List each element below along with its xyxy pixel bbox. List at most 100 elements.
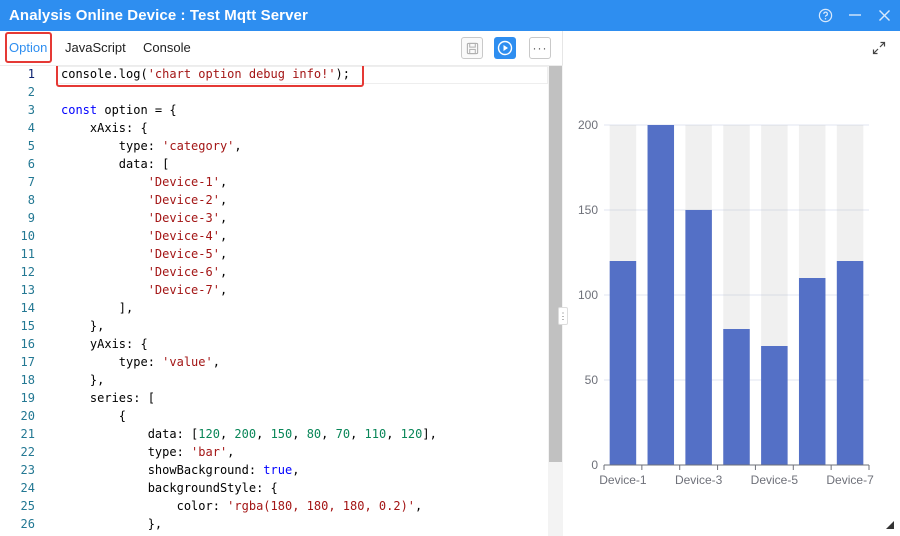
code-line: 'Device-7', <box>61 283 227 297</box>
code-token: 'Device-6' <box>147 265 220 279</box>
code-editor[interactable]: 1 2 3 4 5 6 7 8 9 10 11 12 13 14 15 16 17 18 19 20 21 22 23 24 2… <box>0 65 563 536</box>
close-icon <box>878 9 890 21</box>
line-number: 10 <box>20 229 35 243</box>
y-tick-label: 150 <box>578 203 598 217</box>
code-token: color: <box>61 499 228 513</box>
console-line-highlight <box>56 66 364 87</box>
code-token: 'Device-2' <box>147 193 220 207</box>
code-token: 'value' <box>162 355 213 369</box>
code-token: , <box>219 283 228 297</box>
code-area[interactable]: console.log('chart option debug info!');… <box>55 66 548 536</box>
code-line: 'Device-4', <box>61 229 227 243</box>
line-number: 6 <box>27 157 35 171</box>
code-token: }, <box>61 373 105 387</box>
line-number: 18 <box>20 373 35 387</box>
line-number: 19 <box>20 391 35 405</box>
code-token: , <box>292 463 300 477</box>
code-token: xAxis: { <box>61 121 148 135</box>
code-token: , <box>292 427 307 441</box>
code-token: 70 <box>335 427 351 441</box>
line-number: 15 <box>20 319 35 333</box>
close-button[interactable] <box>873 5 895 25</box>
code-token: yAxis: { <box>61 337 148 351</box>
title-bar: Analysis Online Device : Test Mqtt Serve… <box>0 0 900 31</box>
code-line: data: [120, 200, 150, 80, 70, 110, 120], <box>61 427 437 441</box>
code-token: 120 <box>198 427 220 441</box>
code-token: 'Device-5' <box>147 247 220 261</box>
code-line: 'Device-6', <box>61 265 227 279</box>
line-number: 13 <box>20 283 35 297</box>
code-token: , <box>212 355 220 369</box>
line-number: 22 <box>20 445 35 459</box>
code-token: , <box>219 175 228 189</box>
code-line: 'Device-2', <box>61 193 227 207</box>
code-token: backgroundStyle: { <box>61 481 278 495</box>
y-tick-label: 100 <box>578 288 598 302</box>
line-number: 21 <box>20 427 35 441</box>
tab-javascript[interactable]: JavaScript <box>65 40 126 55</box>
code-token: 80 <box>306 427 322 441</box>
line-number: 20 <box>20 409 35 423</box>
line-number: 16 <box>20 337 35 351</box>
help-button[interactable] <box>814 5 836 25</box>
code-token: 150 <box>270 427 293 441</box>
minimize-button[interactable] <box>844 5 866 25</box>
line-number: 26 <box>20 517 35 531</box>
code-token: ], <box>422 427 437 441</box>
line-number: 11 <box>20 247 35 261</box>
code-token: 'Device-4' <box>147 229 220 243</box>
code-token: , <box>219 193 228 207</box>
line-number: 7 <box>27 175 35 189</box>
save-button[interactable] <box>461 37 483 59</box>
line-number: 14 <box>20 301 35 315</box>
code-token: 'rgba(180, 180, 180, 0.2)' <box>227 499 416 513</box>
minimize-icon <box>849 14 861 16</box>
code-line: type: 'category', <box>61 139 242 153</box>
window-title: Analysis Online Device : Test Mqtt Serve… <box>9 7 308 24</box>
editor-scroll-thumb[interactable] <box>549 66 562 462</box>
line-number: 25 <box>20 499 35 513</box>
code-token: { <box>61 409 127 423</box>
code-token: 'Device-1' <box>147 175 220 189</box>
bar <box>685 210 712 465</box>
more-button[interactable]: ··· <box>529 37 551 59</box>
code-line: 'Device-1', <box>61 175 227 189</box>
code-token: , <box>219 265 228 279</box>
editor-scrollbar[interactable] <box>548 66 563 536</box>
code-token: type: <box>61 445 192 459</box>
code-line: type: 'bar', <box>61 445 235 459</box>
bar <box>723 329 750 465</box>
line-number-gutter: 1 2 3 4 5 6 7 8 9 10 11 12 13 14 15 16 17 18 19 20 21 22 23 24 2… <box>0 66 50 536</box>
code-token: 'bar' <box>191 445 228 459</box>
app-window: Analysis Online Device : Test Mqtt Serve… <box>0 0 900 536</box>
line-number: 1 <box>27 67 35 81</box>
bar-chart: 0 50 100 150 200 Device-1 Device-3 Device-5 Devi… <box>578 118 874 487</box>
code-line: ], <box>61 301 133 315</box>
editor-pane: Option JavaScript Console ··· 12345678 9… <box>0 31 568 536</box>
y-tick-label: 0 <box>591 458 598 472</box>
code-line: showBackground: true, <box>61 463 300 477</box>
line-number: 23 <box>20 463 35 477</box>
y-tick-label: 200 <box>578 118 598 132</box>
code-token: , <box>219 211 228 225</box>
line-number: 2 <box>27 85 35 99</box>
line-number: 5 <box>27 139 35 153</box>
run-button[interactable] <box>494 37 516 59</box>
resize-grip[interactable] <box>886 521 894 529</box>
bar <box>609 261 637 465</box>
chart-pane: 0 50 100 150 200 Device-1 Device-3 Device-5 Devi… <box>564 31 900 536</box>
code-line: const option = { <box>61 103 177 117</box>
code-line: xAxis: { <box>61 121 148 135</box>
code-token: ], <box>61 301 134 315</box>
line-number: 17 <box>20 355 35 369</box>
line-number: 4 <box>27 121 35 135</box>
code-token: , <box>219 247 228 261</box>
tab-console[interactable]: Console <box>143 40 191 55</box>
code-token: type: <box>61 139 163 153</box>
code-token: , <box>350 427 365 441</box>
code-line: backgroundStyle: { <box>61 481 278 495</box>
